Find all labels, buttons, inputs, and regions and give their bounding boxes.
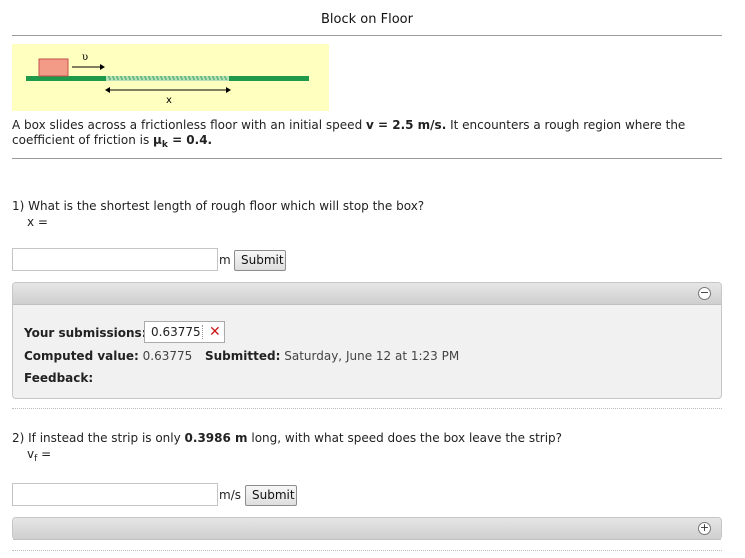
answer-1-input[interactable] <box>12 248 218 271</box>
panel-header[interactable]: − <box>13 283 721 305</box>
submitted-timestamp: Saturday, June 12 at 1:23 PM <box>284 349 460 363</box>
expand-icon[interactable]: + <box>698 522 711 535</box>
submissions-row: Your submissions: 0.63775 ✕ <box>24 321 225 343</box>
divider <box>12 35 722 36</box>
collapse-icon[interactable]: − <box>698 287 711 300</box>
panel-header[interactable]: + <box>13 518 721 540</box>
submission-value: 0.63775 <box>151 325 201 339</box>
submissions-panel-2: + <box>12 517 722 540</box>
submission-entry[interactable]: 0.63775 ✕ <box>144 321 225 343</box>
answer-1-unit: m <box>219 253 231 267</box>
submit-2-button[interactable]: Submit <box>245 485 297 506</box>
computed-row: Computed value: 0.63775 <box>24 349 193 363</box>
question-1-variable: x = <box>27 215 48 229</box>
page-title: Block on Floor <box>321 12 413 27</box>
problem-statement: A box slides across a frictionless floor… <box>12 118 686 150</box>
box <box>38 58 69 77</box>
submissions-label: Your submissions: <box>24 326 147 340</box>
question-separator <box>12 550 722 551</box>
incorrect-x-icon: ✕ <box>209 324 221 340</box>
computed-value: 0.63775 <box>142 349 193 363</box>
submissions-panel-1: − Your submissions: 0.63775 ✕ Computed v… <box>12 282 722 399</box>
question-2-variable: vf = <box>27 447 52 464</box>
divider <box>12 158 722 159</box>
answer-2-unit: m/s <box>219 488 241 502</box>
question-2-text: 2) If instead the strip is only 0.3986 m… <box>12 431 563 445</box>
answer-2-input[interactable] <box>12 483 218 506</box>
question-separator <box>12 408 722 409</box>
problem-figure: υ x <box>12 44 329 111</box>
velocity-label: υ <box>82 52 88 63</box>
x-label: x <box>166 95 172 106</box>
question-1-text: 1) What is the shortest length of rough … <box>12 199 425 213</box>
feedback-row: Feedback: <box>24 371 94 385</box>
submit-1-button[interactable]: Submit <box>234 250 286 271</box>
submitted-row: Submitted: Saturday, June 12 at 1:23 PM <box>205 349 460 363</box>
